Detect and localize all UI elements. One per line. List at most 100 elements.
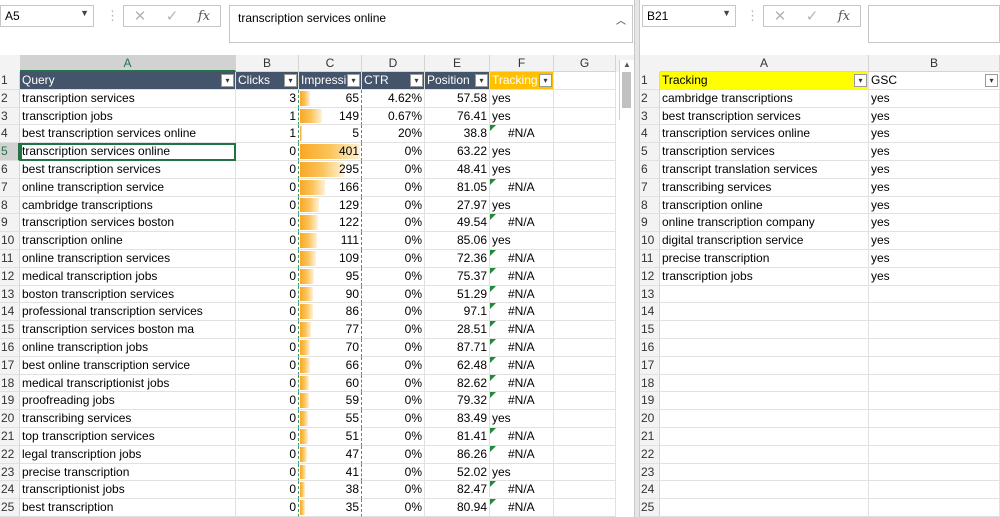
impressions-cell[interactable]: 401 [299,143,362,161]
ctr-cell[interactable]: 0% [362,232,425,250]
clicks-cell[interactable]: 1 [236,125,299,144]
ctr-cell[interactable]: 0% [362,427,425,446]
query-cell[interactable]: best transcription services online [20,125,236,144]
impressions-cell[interactable]: 66 [299,356,362,375]
gsc-cell[interactable] [869,356,1000,375]
row-number[interactable]: 10 [0,232,20,250]
row-number[interactable]: 24 [640,481,660,500]
tracking-cell[interactable]: #N/A [490,445,554,464]
ctr-cell[interactable]: 20% [362,125,425,144]
row-number[interactable]: 2 [640,89,660,108]
query-cell[interactable]: cambridge transcriptions [20,196,236,215]
position-cell[interactable]: 83.49 [425,410,490,428]
gsc-cell[interactable]: yes [869,196,1000,215]
tracking-cell[interactable] [660,392,869,411]
gsc-cell[interactable]: yes [869,232,1000,250]
query-cell[interactable]: professional transcription services [20,303,236,322]
column-header-g[interactable]: G [554,55,616,72]
formula-input[interactable] [868,5,1000,43]
impressions-cell[interactable]: 38 [299,481,362,500]
gsc-cell[interactable] [869,499,1000,517]
query-cell[interactable]: best transcription [20,499,236,517]
tracking-cell[interactable]: #N/A [490,374,554,393]
fx-icon[interactable]: fx [188,9,220,24]
gsc-cell[interactable]: yes [869,160,1000,179]
ctr-cell[interactable]: 0% [362,463,425,482]
cell[interactable] [554,107,616,126]
chevron-down-icon[interactable]: ▼ [722,8,731,18]
query-cell[interactable]: top transcription services [20,427,236,446]
impressions-cell[interactable]: 59 [299,392,362,411]
filter-dropdown-icon[interactable]: ▾ [854,74,867,87]
query-cell[interactable]: transcription jobs [20,107,236,126]
ctr-cell[interactable]: 0% [362,178,425,197]
impressions-cell[interactable]: 149 [299,107,362,126]
filter-dropdown-icon[interactable]: ▾ [221,74,234,87]
position-cell[interactable]: 63.22 [425,143,490,161]
ctr-cell[interactable]: 0% [362,481,425,500]
cell[interactable] [554,178,616,197]
clicks-cell[interactable]: 0 [236,427,299,446]
cell[interactable] [554,427,616,446]
impressions-header[interactable]: Impressi ▾ [299,72,362,90]
check-icon[interactable]: ✓ [796,7,828,25]
impressions-cell[interactable]: 47 [299,445,362,464]
tracking-cell[interactable]: #N/A [490,285,554,304]
tracking-cell[interactable] [660,427,869,446]
query-cell[interactable]: legal transcription jobs [20,445,236,464]
gsc-cell[interactable] [869,374,1000,393]
query-cell[interactable]: medical transcriptionist jobs [20,374,236,393]
position-cell[interactable]: 81.41 [425,427,490,446]
column-header-d[interactable]: D [362,55,425,72]
impressions-cell[interactable]: 295 [299,160,362,179]
row-number[interactable]: 18 [0,374,20,393]
gsc-cell[interactable] [869,410,1000,428]
row-number[interactable]: 14 [640,303,660,322]
query-cell[interactable]: online transcription services [20,249,236,268]
position-cell[interactable]: 79.32 [425,392,490,411]
gsc-cell[interactable] [869,445,1000,464]
cell[interactable] [554,249,616,268]
clicks-cell[interactable]: 0 [236,356,299,375]
cell[interactable] [554,232,616,250]
cell[interactable] [554,338,616,357]
position-cell[interactable]: 82.47 [425,481,490,500]
clicks-cell[interactable]: 0 [236,338,299,357]
cell[interactable] [554,303,616,322]
tracking-cell[interactable] [660,338,869,357]
position-cell[interactable]: 27.97 [425,196,490,215]
cell[interactable] [554,285,616,304]
impressions-cell[interactable]: 129 [299,196,362,215]
impressions-cell[interactable]: 35 [299,499,362,517]
column-header-a[interactable]: A [20,55,236,72]
clicks-cell[interactable]: 0 [236,267,299,286]
tracking-cell[interactable] [660,321,869,339]
row-number[interactable]: 3 [0,107,20,126]
tracking-cell[interactable]: #N/A [490,481,554,500]
gsc-cell[interactable] [869,321,1000,339]
position-cell[interactable]: 87.71 [425,338,490,357]
cell[interactable] [554,267,616,286]
row-number[interactable]: 22 [0,445,20,464]
gsc-cell[interactable]: yes [869,178,1000,197]
position-cell[interactable]: 72.36 [425,249,490,268]
cell[interactable] [554,499,616,517]
fx-icon[interactable]: fx [828,9,860,24]
column-header-f[interactable]: F [490,55,554,72]
clicks-cell[interactable]: 0 [236,321,299,339]
tracking-cell[interactable]: #N/A [490,267,554,286]
row-number[interactable]: 25 [0,499,20,517]
clicks-cell[interactable]: 0 [236,232,299,250]
impressions-cell[interactable]: 5 [299,125,362,144]
row-number[interactable]: 20 [0,410,20,428]
query-header[interactable]: Query ▾ [20,72,236,90]
gsc-cell[interactable]: yes [869,143,1000,161]
query-cell[interactable]: best transcription services [20,160,236,179]
position-cell[interactable]: 51.29 [425,285,490,304]
impressions-cell[interactable]: 111 [299,232,362,250]
cell[interactable] [554,321,616,339]
row-number[interactable]: 6 [0,160,20,179]
impressions-cell[interactable]: 55 [299,410,362,428]
tracking-cell[interactable]: transcription services [660,143,869,161]
tracking-cell[interactable]: yes [490,232,554,250]
